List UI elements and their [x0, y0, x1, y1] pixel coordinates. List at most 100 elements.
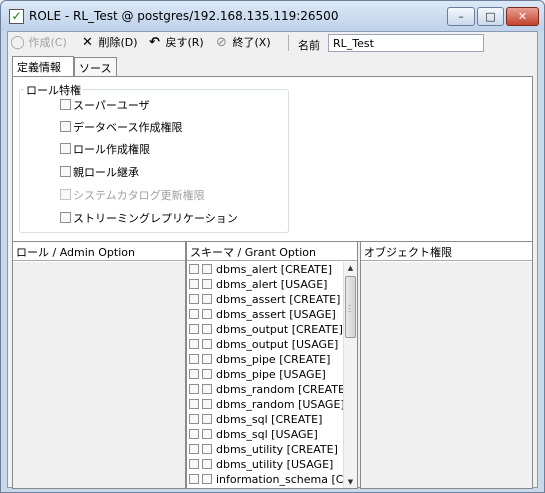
grant-option-checkbox[interactable] [202, 294, 212, 304]
exit-label: 終了(X) [232, 36, 271, 49]
schema-label: dbms_alert [USAGE] [216, 278, 328, 291]
scroll-down-arrow-icon[interactable]: ▼ [344, 476, 357, 488]
delete-label: 削除(D) [98, 36, 138, 49]
stop-icon: ⊘ [216, 35, 227, 50]
checkbox-box[interactable] [60, 166, 71, 177]
schema-row[interactable]: dbms_pipe [CREATE] [187, 352, 343, 367]
delete-button[interactable]: ✕ 削除(D) [80, 34, 138, 52]
schema-panel-header: スキーマ / Grant Option [187, 242, 357, 261]
superuser-checkbox[interactable]: スーパーユーザ [60, 98, 150, 114]
create-db-checkbox[interactable]: データベース作成権限 [60, 120, 182, 136]
schema-label: dbms_output [USAGE] [216, 338, 339, 351]
create-role-checkbox[interactable]: ロール作成権限 [60, 142, 150, 158]
privilege-checkbox[interactable] [189, 339, 199, 349]
scroll-up-arrow-icon[interactable]: ▲ [344, 262, 357, 274]
privilege-checkbox[interactable] [189, 399, 199, 409]
privilege-checkbox[interactable] [189, 459, 199, 469]
close-button[interactable]: ✕ [506, 7, 539, 26]
schema-label: dbms_sql [CREATE] [216, 413, 323, 426]
grant-option-checkbox[interactable] [202, 444, 212, 454]
exit-button[interactable]: ⊘ 終了(X) [214, 34, 271, 52]
privilege-checkbox[interactable] [189, 384, 199, 394]
checkbox-label: システムカタログ更新権限 [73, 189, 205, 202]
schema-row[interactable]: dbms_alert [USAGE] [187, 277, 343, 292]
schema-scrollbar[interactable]: ▲ – – – ▼ [343, 262, 357, 488]
checkbox-label: 親ロール継承 [73, 166, 139, 179]
role-list[interactable] [13, 262, 185, 488]
schema-row[interactable]: dbms_utility [CREATE] [187, 442, 343, 457]
grant-option-checkbox[interactable] [202, 384, 212, 394]
scroll-thumb[interactable]: – – – [345, 276, 356, 338]
window-title: ROLE - RL_Test @ postgres/192.168.135.11… [29, 9, 339, 23]
privilege-checkbox[interactable] [189, 294, 199, 304]
schema-row[interactable]: dbms_assert [USAGE] [187, 307, 343, 322]
checkbox-box[interactable] [60, 143, 71, 154]
schema-row[interactable]: information_schema [CREATE] [187, 472, 343, 487]
grant-option-checkbox[interactable] [202, 279, 212, 289]
privilege-checkbox[interactable] [189, 369, 199, 379]
privilege-checkbox[interactable] [189, 309, 199, 319]
grant-option-checkbox[interactable] [202, 399, 212, 409]
replication-checkbox[interactable]: ストリーミングレプリケーション [60, 211, 238, 227]
object-panel: オブジェクト権限 [360, 241, 533, 489]
circle-icon: ◯ [10, 35, 25, 50]
grant-option-checkbox[interactable] [202, 339, 212, 349]
checkmark-icon: ✓ [9, 9, 24, 24]
schema-row[interactable]: dbms_alert [CREATE] [187, 262, 343, 277]
inherit-checkbox[interactable]: 親ロール継承 [60, 165, 139, 181]
checkbox-box[interactable] [60, 121, 71, 132]
schema-row[interactable]: dbms_random [CREATE] [187, 382, 343, 397]
catalog-update-checkbox: システムカタログ更新権限 [60, 188, 205, 204]
privilege-checkbox[interactable] [189, 279, 199, 289]
name-input[interactable] [328, 34, 484, 52]
checkbox-box[interactable] [60, 99, 71, 110]
grant-option-checkbox[interactable] [202, 459, 212, 469]
privilege-checkbox[interactable] [189, 264, 199, 274]
grant-option-checkbox[interactable] [202, 324, 212, 334]
schema-list[interactable]: dbms_alert [CREATE] dbms_alert [USAGE] dbm… [187, 262, 343, 488]
checkbox-label: データベース作成権限 [73, 121, 183, 134]
object-list[interactable] [361, 262, 532, 488]
tab-definition[interactable]: 定義情報 [12, 56, 74, 76]
grant-option-checkbox[interactable] [202, 474, 212, 484]
grant-option-checkbox[interactable] [202, 369, 212, 379]
definition-panel: ロール特権 スーパーユーザ データベース作成権限 ロール作成権限 親ロール継承 … [12, 76, 533, 242]
schema-label: dbms_random [CREATE] [216, 383, 343, 396]
schema-row[interactable]: dbms_output [USAGE] [187, 337, 343, 352]
privilege-checkbox[interactable] [189, 429, 199, 439]
grant-option-checkbox[interactable] [202, 264, 212, 274]
schema-label: dbms_utility [USAGE] [216, 458, 334, 471]
privilege-checkbox[interactable] [189, 474, 199, 484]
name-label: 名前 [298, 39, 320, 52]
create-button[interactable]: ◯ 作成(C) [10, 34, 67, 52]
schema-row[interactable]: dbms_utility [USAGE] [187, 457, 343, 472]
privilege-checkbox[interactable] [189, 414, 199, 424]
privilege-checkbox[interactable] [189, 324, 199, 334]
privilege-checkbox[interactable] [189, 444, 199, 454]
schema-row[interactable]: dbms_pipe [USAGE] [187, 367, 343, 382]
grant-option-checkbox[interactable] [202, 429, 212, 439]
schema-label: dbms_assert [CREATE] [216, 293, 341, 306]
tab-source[interactable]: ソース [74, 57, 117, 76]
checkbox-box [60, 189, 71, 200]
schema-panel: スキーマ / Grant Option dbms_alert [CREATE] d… [186, 241, 358, 489]
schema-row[interactable]: dbms_sql [CREATE] [187, 412, 343, 427]
grant-option-checkbox[interactable] [202, 354, 212, 364]
grant-option-checkbox[interactable] [202, 309, 212, 319]
minimize-button[interactable]: – [447, 7, 475, 26]
grant-option-checkbox[interactable] [202, 414, 212, 424]
privilege-checkbox[interactable] [189, 354, 199, 364]
schema-row[interactable]: dbms_random [USAGE] [187, 397, 343, 412]
schema-row[interactable]: dbms_output [CREATE] [187, 322, 343, 337]
schema-label: dbms_output [CREATE] [216, 323, 343, 336]
undo-icon: ↶ [149, 35, 160, 50]
schema-label: dbms_pipe [USAGE] [216, 368, 326, 381]
checkbox-box[interactable] [60, 212, 71, 223]
checkbox-label: ロール作成権限 [73, 143, 150, 156]
title-bar[interactable]: ✓ ROLE - RL_Test @ postgres/192.168.135.… [1, 1, 544, 31]
checkbox-label: スーパーユーザ [73, 99, 150, 112]
maximize-button[interactable]: □ [477, 7, 504, 26]
schema-row[interactable]: dbms_sql [USAGE] [187, 427, 343, 442]
revert-button[interactable]: ↶ 戻す(R) [147, 34, 204, 52]
schema-row[interactable]: dbms_assert [CREATE] [187, 292, 343, 307]
